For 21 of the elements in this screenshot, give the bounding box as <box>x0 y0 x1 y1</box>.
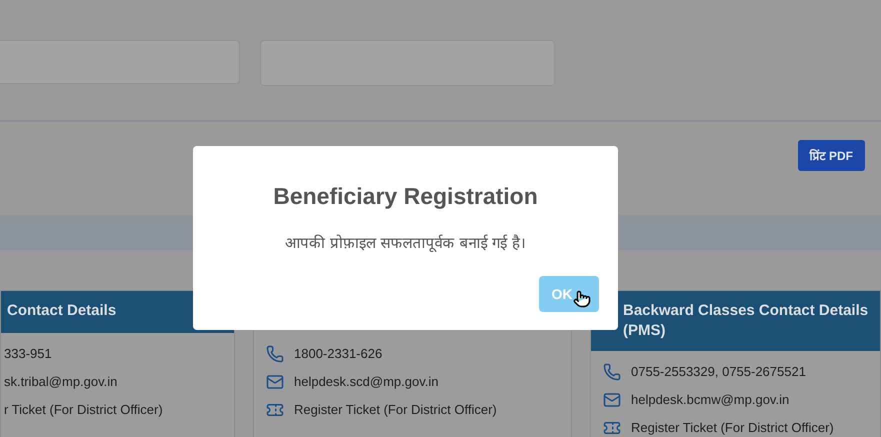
ticket-icon <box>603 419 621 437</box>
phone-icon <box>603 363 621 381</box>
contact-text[interactable]: helpdesk.bcmw@mp.gov.in <box>631 390 790 410</box>
contact-text[interactable]: Register Ticket (For District Officer) <box>294 400 497 420</box>
contact-text: 0755-2553329, 0755-2675521 <box>631 363 806 382</box>
contact-text: 1800-2331-626 <box>294 345 382 364</box>
ticket-icon <box>266 401 284 419</box>
contact-text[interactable]: helpdesk.scd@mp.gov.in <box>294 372 438 392</box>
print-pdf-button[interactable]: प्रिंट PDF <box>798 140 865 171</box>
phone-icon <box>266 345 284 363</box>
contact-text[interactable]: Register Ticket (For District Officer) <box>631 418 834 437</box>
contact-text[interactable]: r Ticket (For District Officer) <box>4 400 163 420</box>
mail-icon <box>603 391 621 409</box>
modal-message: आपकी प्रोफ़ाइल सफलतापूर्वक बनाई गई है। <box>285 232 526 254</box>
modal-title: Beneficiary Registration <box>273 182 538 211</box>
card-title: Contact Details <box>7 301 116 321</box>
hand-cursor-icon <box>573 288 591 310</box>
card-title: Backward Classes Contact Details (PMS) <box>623 301 870 341</box>
mail-icon <box>266 373 284 391</box>
contact-text: 333-951 <box>4 345 52 364</box>
contact-text[interactable]: sk.tribal@mp.gov.in <box>4 372 118 392</box>
